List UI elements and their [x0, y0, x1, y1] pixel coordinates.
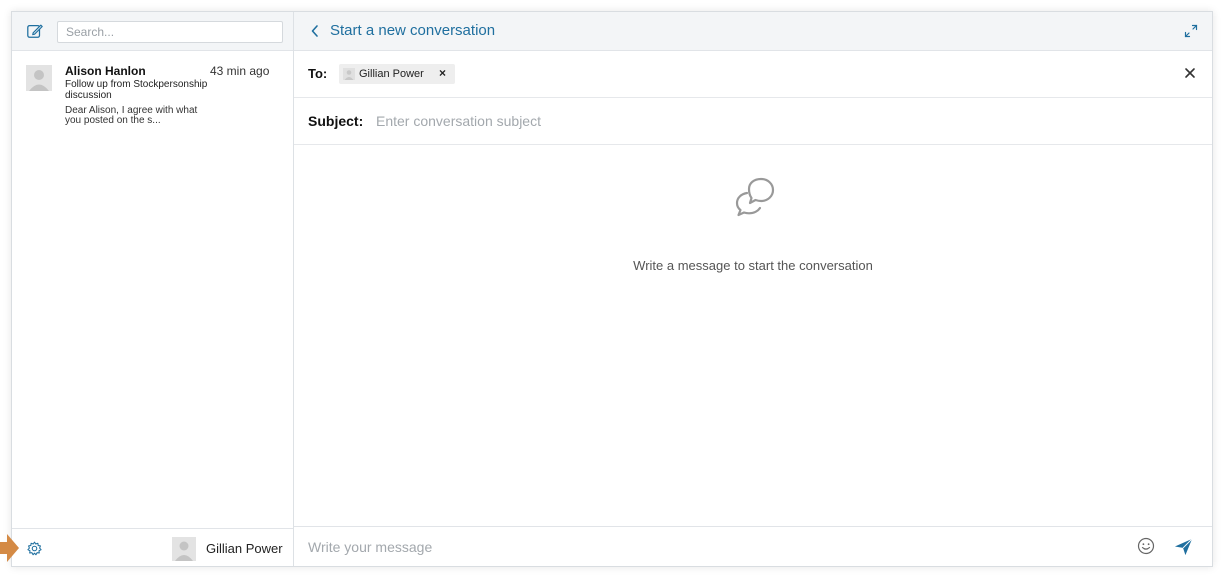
- recipient-chip[interactable]: Gillian Power ×: [339, 64, 455, 84]
- avatar: [343, 68, 355, 80]
- conversation-name: Alison Hanlon: [65, 64, 146, 78]
- messaging-window: Alison Hanlon 43 min ago Follow up from …: [11, 11, 1213, 567]
- message-composer: [294, 526, 1212, 566]
- conversation-preview: Dear Alison, I agree with what you poste…: [65, 105, 198, 126]
- close-icon[interactable]: [1184, 67, 1196, 79]
- send-icon[interactable]: [1173, 536, 1194, 557]
- conversation-item[interactable]: Alison Hanlon 43 min ago Follow up from …: [12, 51, 293, 151]
- sidebar: Alison Hanlon 43 min ago Follow up from …: [12, 12, 294, 566]
- subject-label: Subject:: [308, 113, 364, 129]
- avatar: [172, 537, 196, 561]
- empty-state: Write a message to start the conversatio…: [294, 145, 1212, 525]
- message-input[interactable]: [308, 536, 1088, 558]
- current-user-name[interactable]: Gillian Power: [206, 541, 283, 556]
- chat-bubbles-icon: [735, 177, 775, 217]
- subject-row: Subject:: [294, 98, 1212, 145]
- to-label: To:: [308, 66, 328, 81]
- recipients-row: To: Gillian Power ×: [294, 51, 1212, 98]
- empty-state-text: Write a message to start the conversatio…: [633, 258, 873, 273]
- conversation-subject: Follow up from Stockpersonship discussio…: [65, 79, 208, 101]
- gear-icon[interactable]: [27, 541, 42, 556]
- pointer-arrow-icon: [0, 534, 19, 562]
- sidebar-header: [12, 12, 293, 51]
- avatar: [26, 65, 52, 91]
- chevron-left-icon[interactable]: [309, 23, 321, 39]
- compose-icon[interactable]: [26, 22, 44, 40]
- recipient-name: Gillian Power: [359, 68, 424, 80]
- remove-recipient-button[interactable]: ×: [439, 66, 446, 80]
- emoji-icon[interactable]: [1137, 537, 1155, 555]
- conversation-time: 43 min ago: [210, 64, 270, 78]
- subject-input[interactable]: [376, 110, 976, 132]
- main-pane: Start a new conversation To: Gillian Pow…: [294, 12, 1212, 566]
- search-input[interactable]: [57, 21, 283, 43]
- expand-icon[interactable]: [1184, 24, 1198, 38]
- main-header: Start a new conversation: [294, 12, 1212, 51]
- page-title[interactable]: Start a new conversation: [330, 22, 495, 39]
- sidebar-footer: Gillian Power: [12, 528, 293, 566]
